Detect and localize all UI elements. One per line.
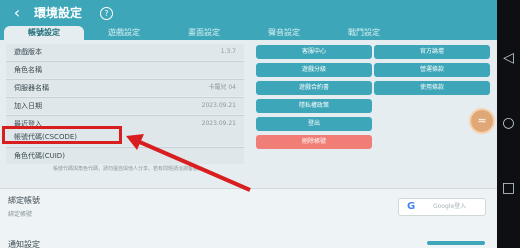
info-value: 2023.09.21 (201, 102, 236, 109)
wifi-icon: ≈ (477, 114, 487, 127)
info-label: 伺服器名稱 (14, 84, 49, 92)
settings-screen: ‹ 環境設定 ? 帳號設定 遊戲設定 畫面設定 聲音設定 戰鬥設定 遊戲版本 1… (0, 0, 497, 248)
info-value: 1.3.7 (220, 48, 236, 55)
google-icon: G (407, 201, 416, 212)
tab-game[interactable]: 遊戲設定 (84, 26, 164, 40)
next-section-title: 通知設定 (8, 240, 40, 248)
help-icon[interactable]: ? (100, 7, 113, 20)
info-row-character-name: 角色名稱 (6, 62, 244, 78)
tab-display[interactable]: 畫面設定 (164, 26, 244, 40)
privacy-policy-button[interactable]: 隱私權政策 (256, 99, 372, 113)
setting-slider[interactable] (427, 241, 485, 245)
logout-button[interactable]: 登出 (256, 117, 372, 131)
customer-service-button[interactable]: 客服中心 (256, 45, 372, 59)
bind-account-title: 綁定帳號 (8, 196, 40, 205)
info-label: 角色代碼(CUID) (14, 152, 65, 160)
nav-home-icon[interactable]: ○ (500, 115, 517, 132)
game-contract-button[interactable]: 遊戲合約書 (256, 81, 372, 95)
floating-assist-button[interactable]: ≈ (469, 108, 495, 134)
game-rating-button[interactable]: 遊戲分級 (256, 63, 372, 77)
info-row-server: 伺服器名稱 卡羅兒 04 (6, 80, 244, 96)
account-info-panel: 遊戲版本 1.3.7 角色名稱 伺服器名稱 卡羅兒 04 加入日期 2023.0… (6, 44, 246, 186)
delete-account-button[interactable]: 刪除帳號 (256, 135, 372, 149)
code-note: 帳號代碼與角色代碼，請勿擅自與他人分享。若有問題請洽詢客服。 (52, 166, 203, 172)
tab-sound[interactable]: 聲音設定 (244, 26, 324, 40)
info-row-version: 遊戲版本 1.3.7 (6, 44, 244, 60)
tab-bar: 帳號設定 遊戲設定 畫面設定 聲音設定 戰鬥設定 (0, 26, 497, 40)
info-row-join-date: 加入日期 2023.09.21 (6, 98, 244, 114)
nav-back-icon[interactable]: ◁ (500, 50, 517, 67)
official-forum-button[interactable]: 官方論壇 (374, 45, 490, 59)
tab-account[interactable]: 帳號設定 (4, 26, 84, 40)
info-row-cuid[interactable]: 角色代碼(CUID) (6, 148, 244, 164)
cscode-highlight-box (2, 126, 122, 144)
page-title: 環境設定 (34, 6, 83, 20)
info-label: 加入日期 (14, 102, 42, 110)
system-nav-bar: ◁ ○ □ (497, 0, 520, 248)
info-label: 角色名稱 (14, 66, 42, 74)
terms-of-use-button[interactable]: 使用條款 (374, 81, 490, 95)
top-bar: ‹ 環境設定 ? (0, 0, 497, 26)
nav-recents-icon[interactable]: □ (500, 180, 517, 197)
tab-battle[interactable]: 戰鬥設定 (324, 26, 404, 40)
info-value: 卡羅兒 04 (208, 84, 236, 91)
back-arrow-icon[interactable]: ‹ (8, 4, 26, 22)
bind-account-subtitle: 綁定帳號 (8, 211, 33, 218)
operation-terms-button[interactable]: 營運條款 (374, 63, 490, 77)
google-login-label: Google登入 (433, 203, 467, 210)
bind-account-section: 綁定帳號 綁定帳號 G Google登入 通知設定 (0, 188, 497, 248)
google-login-button[interactable]: G Google登入 (398, 198, 486, 216)
info-label: 遊戲版本 (14, 48, 42, 56)
